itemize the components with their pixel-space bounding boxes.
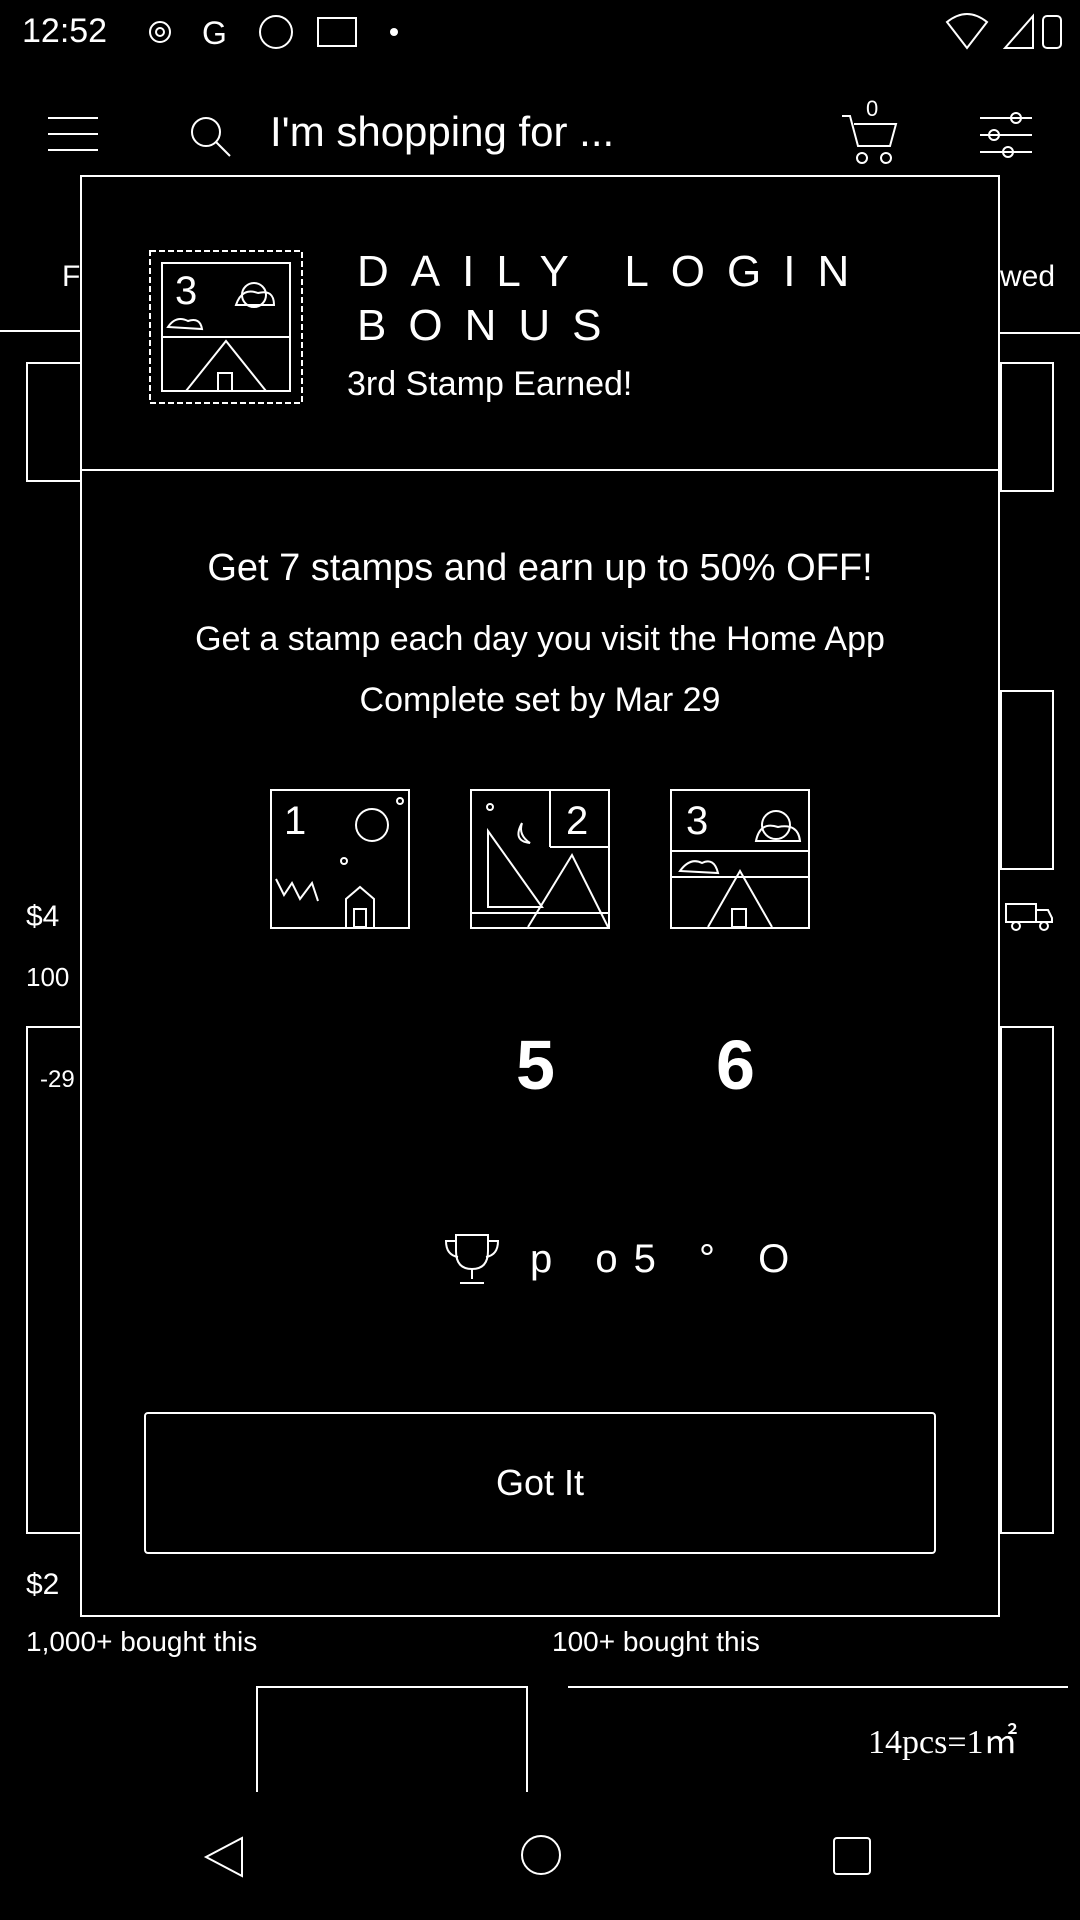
modal-subtitle: 3rd Stamp Earned! xyxy=(347,365,633,403)
notification-icons: G xyxy=(149,15,357,50)
stamp-day-3: 3 xyxy=(670,789,810,929)
recents-icon[interactable] xyxy=(830,1834,874,1878)
stamp-day-2: 2 xyxy=(470,789,610,929)
background-product-image[interactable] xyxy=(1000,1026,1054,1534)
status-bar: 12:52 G xyxy=(0,0,1080,64)
background-product-image[interactable] xyxy=(26,362,86,482)
background-tab-left[interactable]: F xyxy=(0,250,92,332)
background-product-image[interactable]: -29 xyxy=(26,1026,86,1534)
stamp-icon xyxy=(149,250,303,404)
reward-text: p o5 ° O xyxy=(530,1237,806,1281)
pending-day-number: 6 xyxy=(716,1026,755,1104)
night-landscape-icon xyxy=(275,797,404,927)
stamp-day-1: 1 xyxy=(270,789,410,929)
navigation-bar xyxy=(0,1792,1080,1920)
background-product-image[interactable] xyxy=(256,1686,528,1792)
background-product-label: 14pcs=1㎡ xyxy=(868,1724,1018,1761)
modal-description-line1: Get a stamp each day you visit the Home … xyxy=(195,620,885,658)
cart-count: 0 xyxy=(866,96,879,121)
header-stamp-number: 3 xyxy=(175,269,198,313)
filter-icon[interactable] xyxy=(978,110,1034,160)
background-sold-count: 100 xyxy=(26,962,70,992)
background-product-image[interactable] xyxy=(1000,690,1054,870)
modal-headline: Get 7 stamps and earn up to 50% OFF! xyxy=(207,547,873,589)
status-time: 12:52 xyxy=(22,12,108,50)
background-product-image[interactable] xyxy=(1000,362,1054,492)
background-bought-right: 100+ bought this xyxy=(552,1626,760,1657)
background-product-image[interactable]: 14pcs=1㎡ xyxy=(568,1686,1068,1794)
background-price: $4 xyxy=(26,900,60,933)
menu-icon[interactable] xyxy=(46,114,100,154)
cart-button[interactable]: 0 xyxy=(840,96,900,166)
tent-landscape-icon xyxy=(672,810,808,927)
daily-login-modal: 3 DAILY LOGIN BONUS 3rd Stamp Earned! Ge… xyxy=(80,175,1000,1617)
discount-badge: -29 xyxy=(40,1066,75,1093)
background-tab-left-label: F xyxy=(62,260,81,293)
background-tab-right-label: wed xyxy=(1000,260,1056,293)
background-tab-right[interactable]: wed xyxy=(998,250,1080,334)
trophy-icon xyxy=(444,1234,500,1284)
background-price: $2 xyxy=(26,1568,60,1601)
back-icon[interactable] xyxy=(202,1834,246,1880)
dot-icon xyxy=(390,28,398,36)
delivery-icon xyxy=(1005,903,1053,931)
search-icon[interactable] xyxy=(188,114,232,158)
got-it-button[interactable]: Got It xyxy=(144,1412,936,1554)
home-icon[interactable] xyxy=(518,1832,564,1878)
mountain-moon-icon xyxy=(472,791,608,927)
modal-title: DAILY LOGIN BONUS xyxy=(357,247,872,350)
modal-description-line2: Complete set by Mar 29 xyxy=(359,681,721,719)
app-bar: I'm shopping for ... 0 xyxy=(0,80,1080,190)
modal-header: 3 DAILY LOGIN BONUS 3rd Stamp Earned! xyxy=(82,177,998,471)
search-input[interactable]: I'm shopping for ... xyxy=(270,108,614,156)
pending-day-number: 5 xyxy=(516,1026,555,1104)
system-status-icons xyxy=(945,13,1062,50)
svg-text:G: G xyxy=(202,15,227,50)
background-bought-left: 1,000+ bought this xyxy=(26,1626,258,1657)
